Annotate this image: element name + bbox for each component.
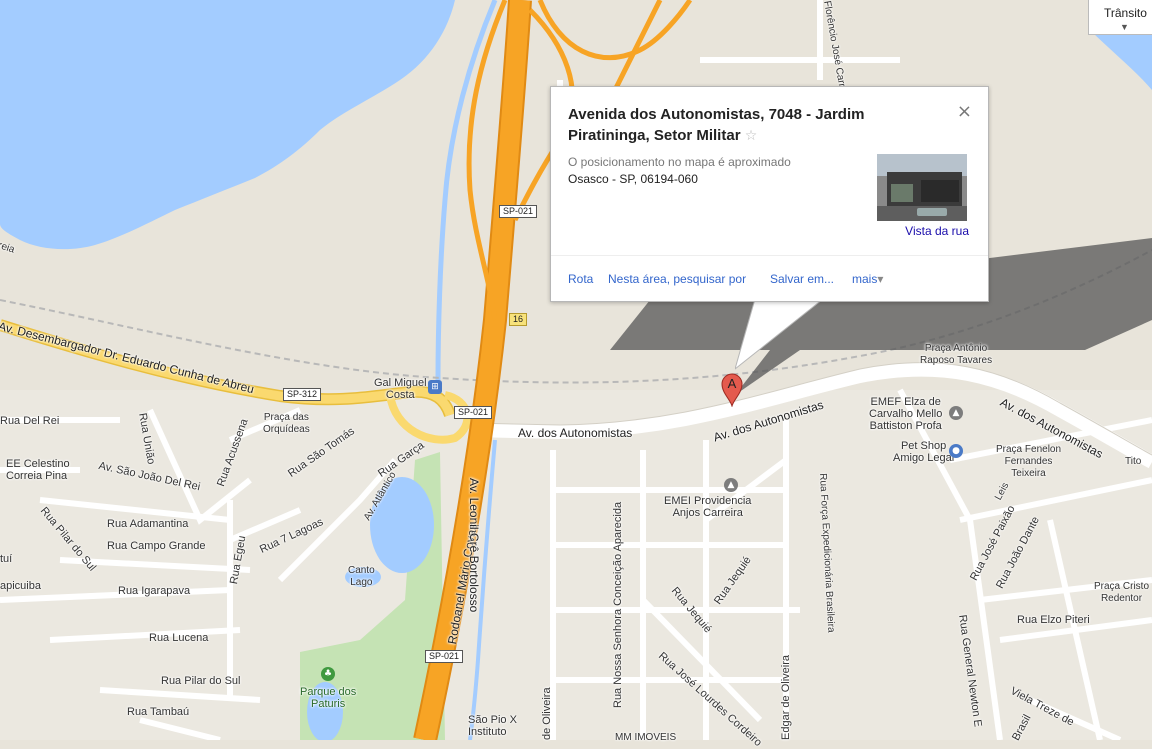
label-rua-campo-grande: Rua Campo Grande (107, 540, 206, 552)
search-nearby-link[interactable]: Nesta área, pesquisar por (608, 272, 746, 286)
label-rua-igarapava: Rua Igarapava (118, 585, 191, 597)
bus-station-icon: ⊞ (428, 380, 442, 394)
label-rua-elzo-piteri: Rua Elzo Piteri (1017, 614, 1090, 626)
close-icon[interactable]: × (957, 101, 972, 122)
save-to-link[interactable]: Salvar em... (770, 272, 834, 286)
label-emef-elza: EMEF Elza de Carvalho Mello Battiston Pr… (869, 396, 943, 432)
label-rua-adamantina: Rua Adamantina (107, 518, 189, 530)
infowindow-divider (551, 255, 988, 256)
place-title-text: Avenida dos Autonomistas, 7048 - Jardim … (568, 106, 865, 144)
label-praca-orquideas: Praça das Orquídeas (263, 412, 310, 435)
shop-icon: ● (949, 444, 963, 458)
sp021-shield-north: SP-021 (499, 205, 538, 218)
label-gal-miguel-costa: Gal Miguel Costa (374, 377, 427, 401)
label-sao-pio: São Pio X Instituto (468, 714, 517, 738)
label-pet-shop: Pet Shop Amigo Legal (893, 440, 955, 464)
label-mm-imoveis: MM IMOVEIS (615, 732, 677, 743)
label-de-oliveira: de Oliveira (541, 687, 553, 740)
marker-label: A (728, 376, 737, 391)
label-emei-providencia: EMEI Providencia Anjos Carreira (664, 495, 752, 519)
street-view-link[interactable]: Vista da rua (905, 224, 969, 238)
sp021-shield-mid: SP-021 (454, 406, 493, 419)
label-av-autonomistas-1: Av. dos Autonomistas (518, 426, 633, 440)
label-rua-nossa-senhora: Rua Nossa Senhora Conceição Aparecida (612, 501, 624, 708)
school-icon-emei: ▲ (724, 478, 738, 492)
infowindow-tail (735, 299, 824, 370)
label-rua-lucena: Rua Lucena (149, 632, 209, 644)
traffic-toggle-button[interactable]: Trânsito ▼ (1088, 0, 1152, 35)
sp312-shield: SP-312 (283, 388, 322, 401)
label-tui: tuí (0, 553, 13, 565)
approximate-position-note: O posicionamento no mapa é aproximado (568, 155, 791, 169)
location-marker-a[interactable]: A (719, 371, 745, 407)
label-parque-paturis: Parque dos Paturis (300, 686, 357, 710)
street-view-photo (877, 154, 967, 221)
sp021-shield-south: SP-021 (425, 650, 464, 663)
label-ee-celestino: EE Celestino Correia Pina (6, 458, 70, 482)
chevron-down-icon: ▼ (1120, 22, 1129, 32)
label-apicuiba: apicuiba (0, 580, 41, 592)
label-edgar-de-oliveira: Edgar de Oliveira (780, 655, 792, 740)
more-chevron-icon: ▾ (877, 272, 884, 286)
traffic-label: Trânsito (1104, 6, 1147, 20)
exit-16-shield: 16 (509, 313, 528, 326)
label-rua-tambau: Rua Tambaú (127, 706, 190, 718)
star-icon[interactable]: ☆ (745, 128, 758, 144)
label-rua-pilar-do-sul: Rua Pilar do Sul (161, 675, 241, 687)
route-link[interactable]: Rota (568, 272, 593, 286)
label-praca-antonio: Praça Antônio Raposo Tavares (920, 343, 993, 366)
place-infowindow: Avenida dos Autonomistas, 7048 - Jardim … (550, 86, 989, 302)
street-view-thumbnail[interactable] (877, 154, 967, 221)
park-tree-icon: ♣ (321, 667, 335, 681)
label-rua-del-rei: Rua Del Rei (0, 415, 60, 427)
place-address: Osasco - SP, 06194-060 (568, 172, 698, 186)
more-link[interactable]: mais▾ (852, 272, 883, 286)
label-praca-cristo: Praça Cristo Redentor (1094, 581, 1150, 604)
label-av-leonil: Av. Leonil Crê Bortolosso (467, 478, 481, 613)
label-tito: Tito (1125, 456, 1142, 467)
place-title: Avenida dos Autonomistas, 7048 - Jardim … (568, 104, 898, 147)
school-icon: ▲ (949, 406, 963, 420)
label-praca-fenelon: Praça Fenelon Fernandes Teixeira (996, 444, 1062, 479)
more-link-label: mais (852, 272, 878, 286)
label-canto-lago: Canto Lago (348, 565, 375, 588)
